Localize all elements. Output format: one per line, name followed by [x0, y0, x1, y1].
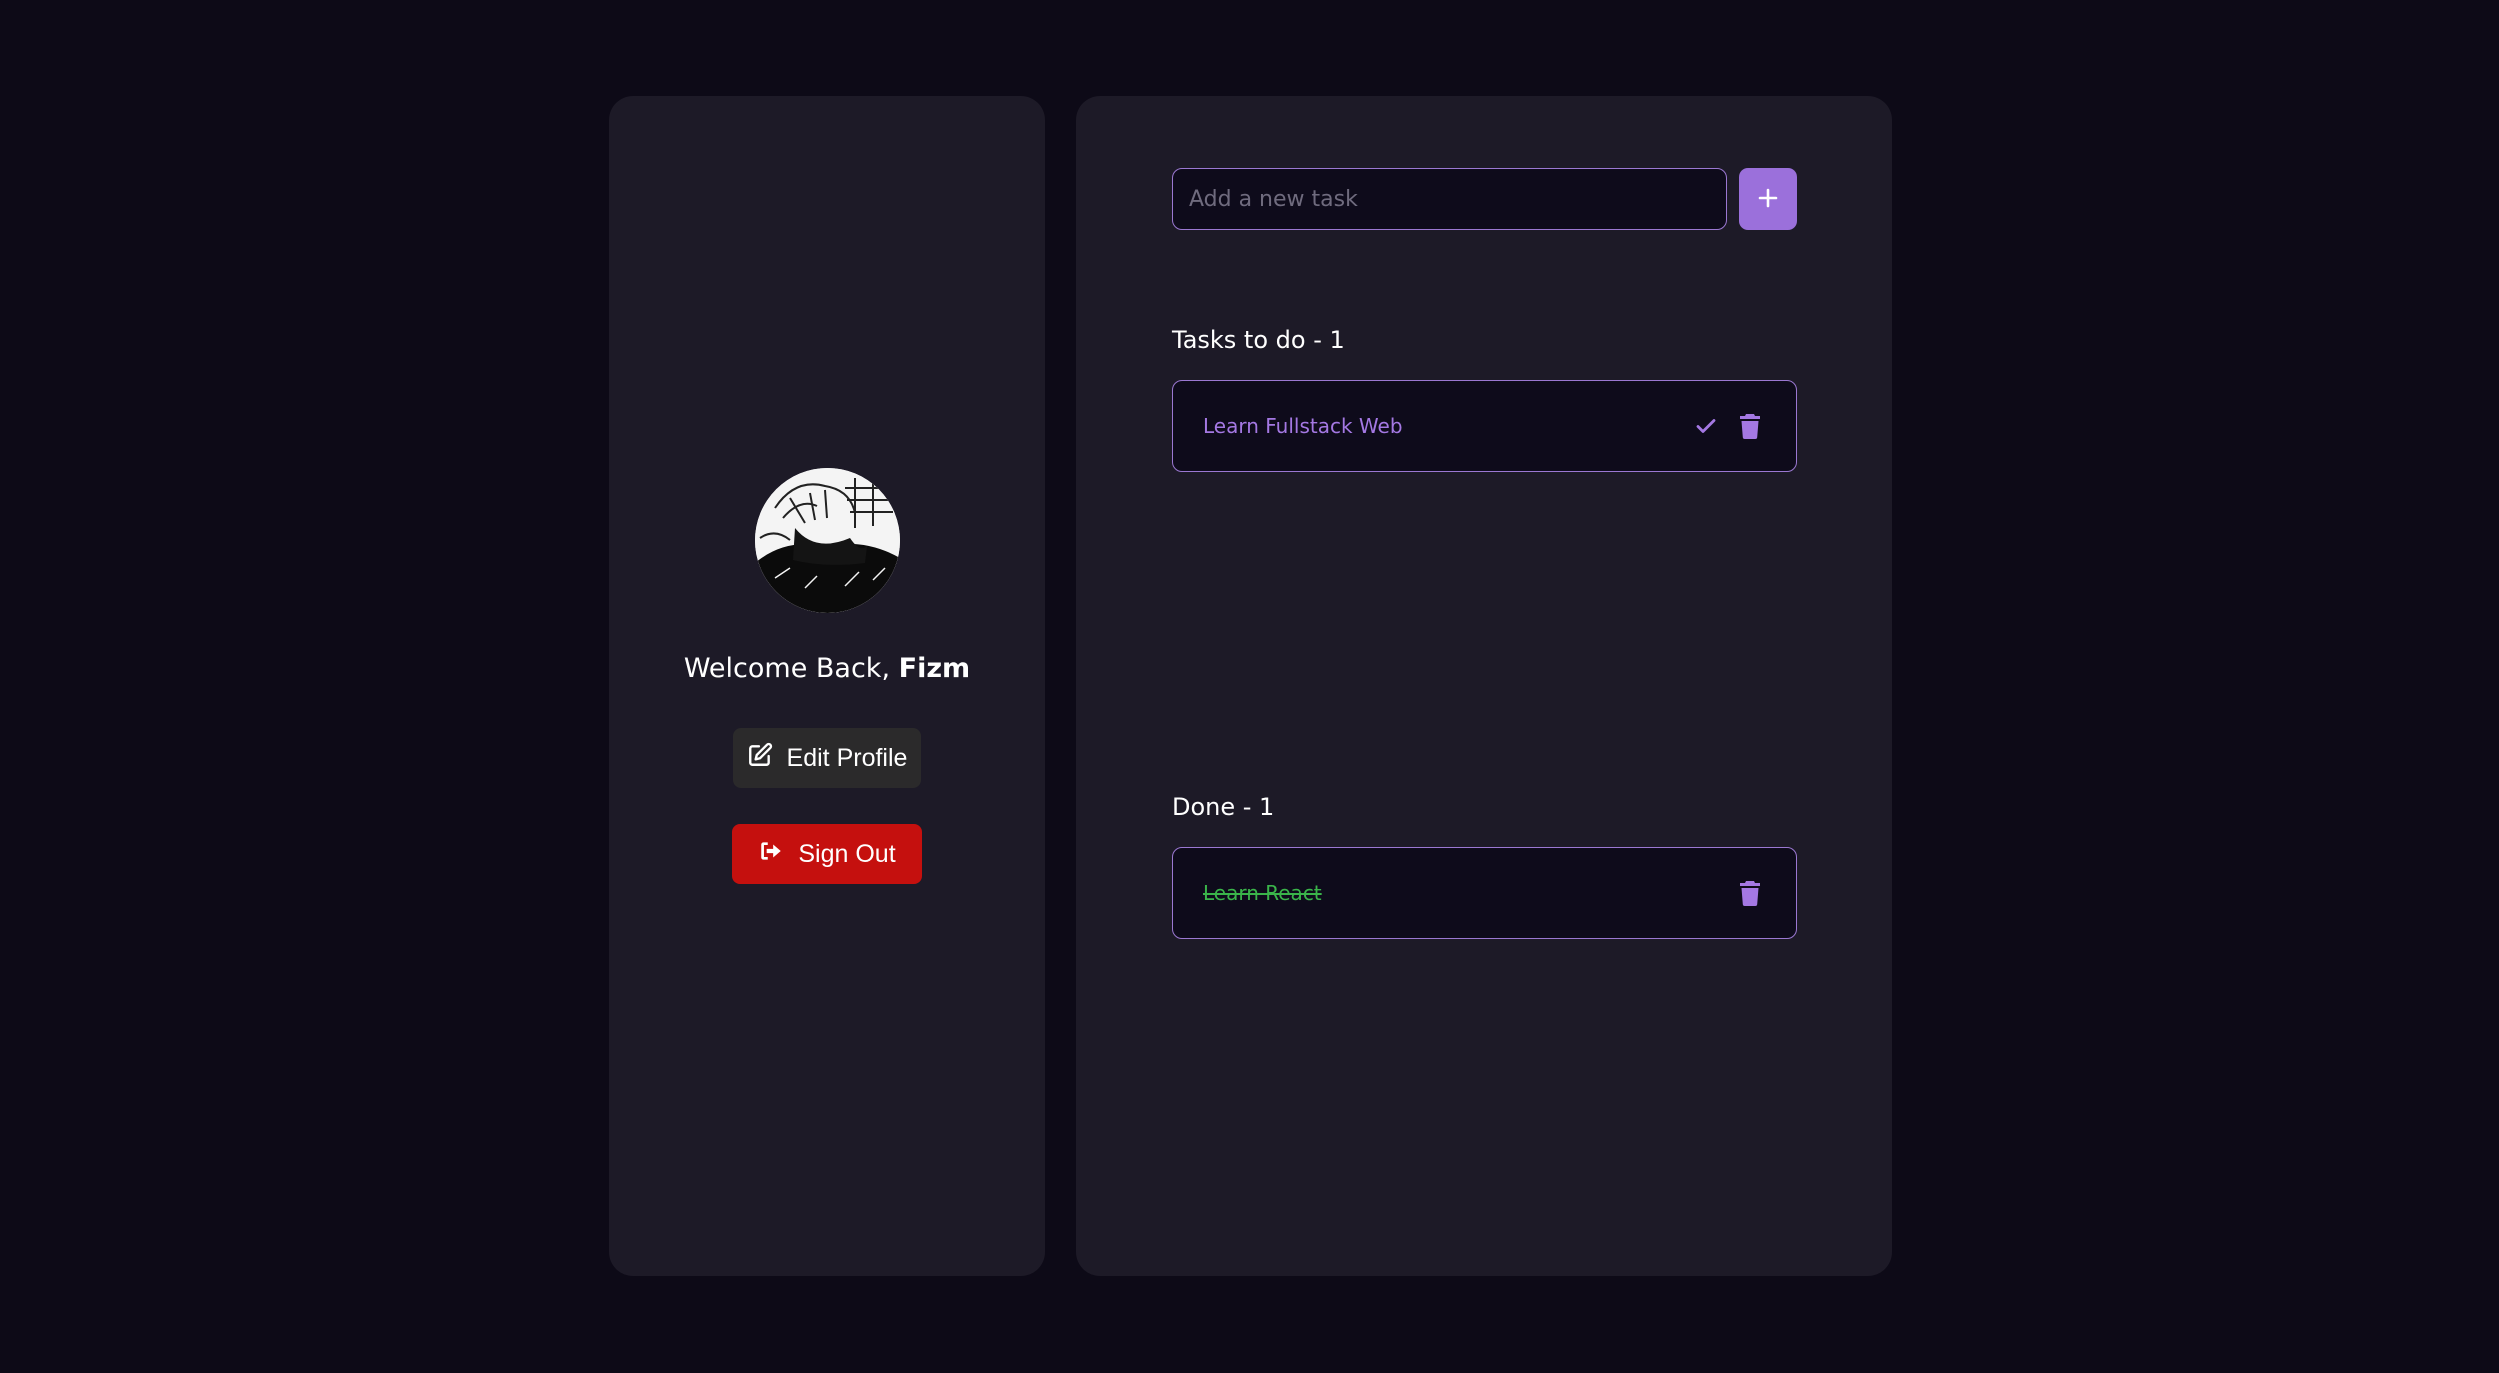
new-task-input[interactable]	[1172, 168, 1727, 230]
trash-icon	[1740, 414, 1760, 439]
complete-task-button[interactable]	[1690, 410, 1722, 442]
sign-out-label: Sign Out	[798, 839, 896, 868]
app-root: Welcome Back, Fizm Edit Profile Sign Out	[0, 0, 2499, 1373]
edit-profile-label: Edit Profile	[786, 743, 908, 772]
edit-icon	[747, 742, 773, 775]
todo-task-text: Learn Fullstack Web	[1203, 414, 1403, 438]
check-icon	[1696, 419, 1716, 433]
edit-profile-button[interactable]: Edit Profile	[733, 728, 921, 788]
todo-section-title: Tasks to do - 1	[1172, 326, 1345, 354]
done-section-title: Done - 1	[1172, 793, 1275, 821]
avatar	[754, 468, 900, 613]
done-task-item: Learn React	[1172, 847, 1797, 939]
delete-todo-task-button[interactable]	[1734, 410, 1766, 442]
username: Fizm	[898, 653, 971, 684]
plus-icon	[1756, 186, 1780, 213]
add-task-button[interactable]	[1739, 168, 1797, 230]
delete-done-task-button[interactable]	[1734, 877, 1766, 909]
done-task-text: Learn React	[1203, 881, 1322, 905]
sign-out-icon	[758, 838, 784, 871]
todo-task-item: Learn Fullstack Web	[1172, 380, 1797, 472]
welcome-message: Welcome Back, Fizm	[684, 653, 970, 684]
trash-icon	[1740, 881, 1760, 906]
sign-out-button[interactable]: Sign Out	[732, 824, 922, 884]
welcome-prefix: Welcome Back,	[683, 653, 899, 684]
tasks-panel: Tasks to do - 1 Learn Fullstack Web Done…	[1076, 96, 1892, 1276]
profile-panel: Welcome Back, Fizm Edit Profile Sign Out	[609, 96, 1045, 1276]
avatar-image	[754, 468, 900, 613]
